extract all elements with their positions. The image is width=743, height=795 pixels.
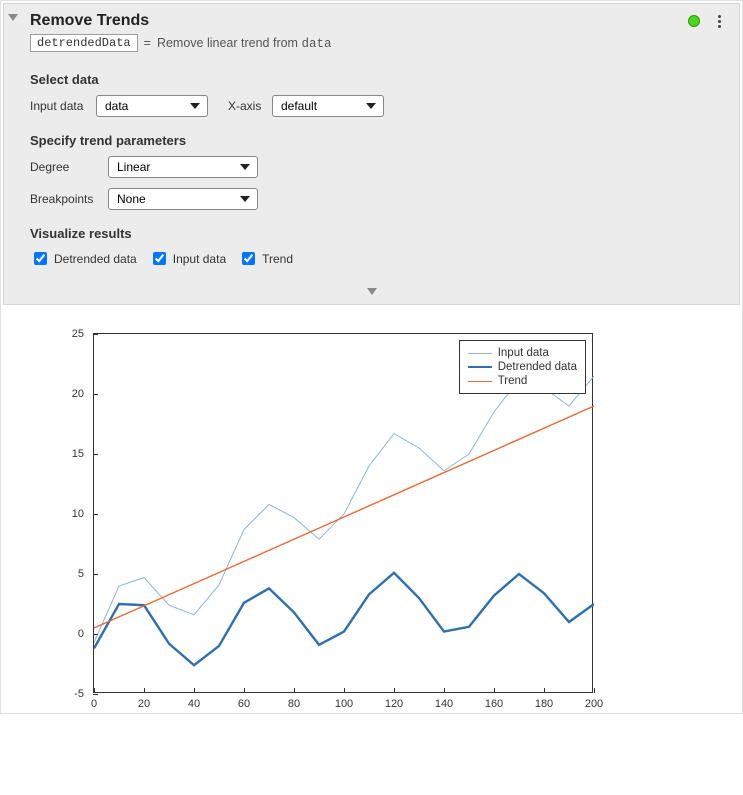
x-tick-label: 0 [91, 698, 97, 710]
more-options-icon[interactable] [712, 13, 727, 30]
chart-legend: Input data Detrended data Trend [459, 340, 586, 394]
assign-source-var: data [301, 37, 331, 51]
section-select-data-heading: Select data [4, 62, 739, 91]
input-data-label: Input data [30, 99, 88, 113]
expand-results-icon[interactable] [4, 282, 739, 304]
check-input-label: Input data [173, 252, 226, 266]
legend-trend: Trend [468, 375, 577, 387]
row-input-xaxis: Input data data X-axis default [4, 91, 739, 123]
y-tick-label: -5 [60, 688, 84, 700]
y-tick-label: 20 [60, 388, 84, 400]
breakpoints-label: Breakpoints [30, 192, 100, 206]
output-variable-box[interactable]: detrendedData [30, 34, 138, 52]
xaxis-label: X-axis [228, 99, 264, 113]
x-tick-label: 180 [535, 698, 553, 710]
assignment-row: detrendedData = Remove linear trend from… [4, 34, 739, 62]
y-tick-label: 10 [60, 508, 84, 520]
xaxis-select[interactable]: default [272, 95, 384, 117]
check-trend-label: Trend [262, 252, 293, 266]
degree-label: Degree [30, 160, 100, 174]
legend-input: Input data [468, 347, 577, 359]
visualize-checks: Detrended data Input data Trend [4, 245, 739, 282]
chart: Input data Detrended data Trend -5051015… [93, 333, 593, 693]
x-tick-label: 200 [585, 698, 603, 710]
degree-select[interactable]: Linear [108, 156, 258, 178]
row-breakpoints: Breakpoints None [4, 184, 739, 216]
check-detrended[interactable]: Detrended data [30, 249, 137, 268]
plot-area: Input data Detrended data Trend -5 0 5 10 15… [3, 305, 740, 711]
equals-sign: = [144, 36, 151, 50]
status-indicator-icon [688, 15, 700, 27]
y-tick-label: 0 [60, 628, 84, 640]
config-panel: Remove Trends detrendedData = Remove lin… [3, 3, 740, 305]
y-tick-label: 15 [60, 448, 84, 460]
breakpoints-select[interactable]: None [108, 188, 258, 210]
x-tick-label: 20 [138, 698, 150, 710]
section-trend-params-heading: Specify trend parameters [4, 123, 739, 152]
check-input-input[interactable] [153, 252, 166, 265]
check-detrended-label: Detrended data [54, 252, 137, 266]
y-tick-label: 25 [60, 328, 84, 340]
section-visualize-heading: Visualize results [4, 216, 739, 245]
assign-description: Remove linear trend from [157, 36, 302, 50]
x-tick-label: 80 [288, 698, 300, 710]
legend-detrended: Detrended data [468, 361, 577, 373]
check-trend[interactable]: Trend [238, 249, 293, 268]
x-tick-label: 120 [385, 698, 403, 710]
x-tick-label: 100 [335, 698, 353, 710]
x-tick-label: 40 [188, 698, 200, 710]
x-tick-label: 160 [485, 698, 503, 710]
x-tick-label: 60 [238, 698, 250, 710]
input-data-select[interactable]: data [96, 95, 208, 117]
task-card: Remove Trends detrendedData = Remove lin… [0, 0, 743, 714]
y-tick-label: 5 [60, 568, 84, 580]
panel-header: Remove Trends [4, 4, 739, 34]
collapse-icon[interactable] [8, 14, 18, 21]
check-detrended-input[interactable] [34, 252, 47, 265]
check-trend-input[interactable] [242, 252, 255, 265]
x-tick-label: 140 [435, 698, 453, 710]
row-degree: Degree Linear [4, 152, 739, 184]
check-input[interactable]: Input data [149, 249, 226, 268]
panel-title: Remove Trends [30, 12, 688, 30]
